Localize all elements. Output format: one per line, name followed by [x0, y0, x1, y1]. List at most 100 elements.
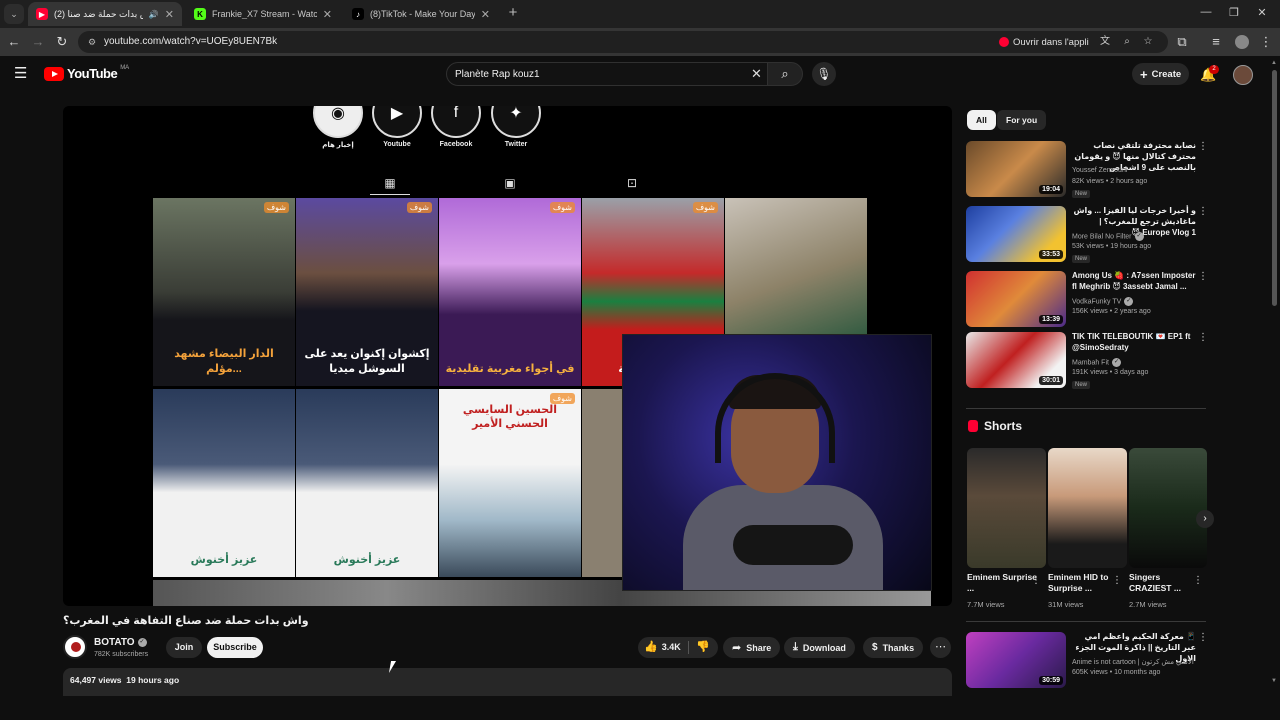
kick-favicon-icon: K	[194, 8, 206, 20]
translate-icon[interactable]: 文	[1098, 35, 1112, 49]
subscribe-button[interactable]: Subscribe	[207, 637, 263, 658]
video-thumbnail[interactable]: 33:53	[966, 206, 1066, 262]
search-input[interactable]	[455, 66, 735, 82]
recommended-video[interactable]: 30:59 📱 معركة الحكيم واعظم امي عبر التار…	[966, 632, 1208, 690]
browser-menu-icon[interactable]: ⋮	[1258, 34, 1274, 50]
account-avatar[interactable]	[1233, 65, 1253, 85]
rec-menu-icon[interactable]: ⋮	[1198, 271, 1208, 282]
tab-close-icon[interactable]: ✕	[165, 8, 174, 21]
new-badge: New	[1072, 255, 1091, 263]
ig-post	[582, 389, 622, 577]
verified-icon: ✓	[137, 637, 147, 647]
scroll-down-icon[interactable]: ▼	[1271, 678, 1277, 684]
browser-profile-avatar[interactable]	[1235, 35, 1249, 49]
minimize-icon[interactable]: —	[1199, 6, 1213, 18]
short-menu-icon[interactable]: ⋮	[1193, 575, 1203, 586]
browser-tab-youtube[interactable]: ▶ (2) واش بدات حملة ضد صنا 🔊 ✕	[28, 2, 182, 26]
video-thumbnail[interactable]: 13:39	[966, 271, 1066, 327]
short-title[interactable]: Singers CRAZIEST ...	[1129, 572, 1199, 595]
youtube-favicon-icon: ▶	[36, 8, 48, 20]
restore-icon[interactable]: ❐	[1227, 6, 1241, 19]
tab-title: (2) واش بدات حملة ضد صنا	[54, 8, 143, 19]
create-button[interactable]: + Create	[1132, 63, 1190, 85]
tab-close-icon[interactable]: ✕	[323, 8, 332, 21]
recommended-video[interactable]: 13:39 Among Us 🍓 : A7ssen Imposter fl Me…	[966, 271, 1208, 329]
like-button[interactable]: 👍 3.4K	[644, 637, 681, 658]
rec-title[interactable]: Among Us 🍓 : A7ssen Imposter fl Meghrib …	[1072, 271, 1196, 293]
tab-close-icon[interactable]: ✕	[481, 8, 490, 21]
ig-post: شوف في أجواء مغربية تقليدية	[439, 198, 581, 386]
channel-name-row[interactable]: BOTATO ✓	[94, 637, 147, 648]
dislike-button[interactable]: 👎	[696, 637, 710, 658]
forward-icon[interactable]: →	[30, 34, 46, 50]
speaker-icon[interactable]: 🔊	[149, 10, 159, 19]
extensions-icon[interactable]: ⧉	[1174, 34, 1190, 50]
rec-channel[interactable]: Mambah Fit ✓	[1072, 358, 1121, 367]
short-menu-icon[interactable]: ⋮	[1031, 575, 1041, 586]
rec-menu-icon[interactable]: ⋮	[1198, 332, 1208, 343]
short-title[interactable]: Eminem Surprise ...	[967, 572, 1037, 595]
reload-icon[interactable]: ↻	[54, 34, 70, 50]
channel-avatar[interactable]	[63, 635, 87, 659]
rec-age: 2 hours ago	[1110, 178, 1148, 185]
more-actions-icon[interactable]: ⋯	[930, 637, 951, 658]
short-thumbnail[interactable]	[1129, 448, 1207, 568]
close-window-icon[interactable]: ✕	[1255, 6, 1269, 19]
join-button[interactable]: Join	[166, 637, 202, 658]
chip-all[interactable]: All	[967, 110, 996, 130]
chip-for-you[interactable]: For you	[997, 110, 1047, 130]
browser-tab-tiktok[interactable]: ♪ (8)TikTok - Make Your Day ✕	[344, 2, 498, 26]
tab-search-icon[interactable]: ⌄	[4, 4, 24, 24]
bookmark-star-icon[interactable]: ☆	[1141, 35, 1155, 49]
rec-menu-icon[interactable]: ⋮	[1198, 632, 1208, 643]
rec-menu-icon[interactable]: ⋮	[1198, 206, 1208, 217]
browser-tab-kick[interactable]: K Frankie_X7 Stream - Watch Live ✕	[186, 2, 340, 26]
hamburger-menu-icon[interactable]: ☰	[14, 66, 30, 82]
short-menu-icon[interactable]: ⋮	[1112, 575, 1122, 586]
youtube-logo[interactable]: YouTube MA	[44, 65, 129, 81]
scroll-up-icon[interactable]: ▲	[1271, 60, 1277, 66]
rec-menu-icon[interactable]: ⋮	[1198, 141, 1208, 152]
ig-post: شوف الدار البيضاء مشهد مؤلم...	[153, 198, 295, 386]
rec-channel[interactable]: VodkaFunky TV ✓	[1072, 297, 1134, 306]
rec-channel[interactable]: Youssef Zenzouni	[1072, 167, 1127, 174]
rec-meta: 605K views • 10 months ago	[1072, 669, 1161, 676]
download-button[interactable]: ⤓ Download	[784, 637, 855, 658]
short-thumbnail[interactable]	[967, 448, 1046, 568]
video-thumbnail[interactable]: 30:01	[966, 332, 1066, 388]
search-button[interactable]: ⌕	[767, 62, 803, 86]
rec-meta: 191K views • 3 days ago	[1072, 369, 1149, 376]
open-in-app-button[interactable]: Ouvrir dans l'appli	[993, 33, 1095, 51]
recommended-video[interactable]: 30:01 TIK TIK TELEBOUTIK 💌 EP1 ft @SimoS…	[966, 332, 1208, 390]
description-box[interactable]: 64,497 views 19 hours ago	[63, 668, 952, 696]
address-bar[interactable]: ⚙ youtube.com/watch?v=UOEy8UEN7Bk Ouvrir…	[78, 31, 1168, 53]
video-thumbnail[interactable]: 19:04	[966, 141, 1066, 197]
rec-channel[interactable]: Anime is not cartoon | الأنمي مش كرتون	[1072, 658, 1194, 666]
video-player[interactable]: ◉ إخبار هام ▶ Youtube f Facebook ✦ Twitt…	[63, 106, 952, 606]
video-thumbnail[interactable]: 30:59	[966, 632, 1066, 688]
reading-list-icon[interactable]: ≡	[1208, 34, 1224, 50]
recommended-video[interactable]: 19:04 نصابة محترفة تلتقي نصاب محترف كتال…	[966, 141, 1208, 199]
new-tab-icon[interactable]: +	[505, 5, 521, 21]
short-title[interactable]: Eminem HID to Surprise ...	[1048, 572, 1118, 595]
rec-meta: 82K views • 2 hours ago	[1072, 178, 1148, 185]
page-scrollbar[interactable]	[1272, 70, 1277, 306]
rec-meta: 156K views • 2 years ago	[1072, 308, 1151, 315]
rec-channel[interactable]: More Bilal No Filter ✓	[1072, 232, 1144, 241]
post-caption: إكشوان إكنوان يعد على السوشل ميديا	[304, 348, 430, 375]
rec-title[interactable]: TIK TIK TELEBOUTIK 💌 EP1 ft @SimoSedraty	[1072, 332, 1196, 354]
voice-search-button[interactable]: 🎙	[812, 62, 836, 86]
recommended-video[interactable]: 33:53 و أخيرا خرجات ليا الفيزا ... واش م…	[966, 206, 1208, 264]
chevron-right-icon[interactable]: ›	[1196, 510, 1214, 528]
share-button[interactable]: ➦ Share	[723, 637, 781, 658]
new-badge: New	[1072, 381, 1091, 389]
thanks-button[interactable]: $ Thanks	[863, 637, 924, 658]
url-text: youtube.com/watch?v=UOEy8UEN7Bk	[104, 36, 278, 47]
back-icon[interactable]: ←	[6, 34, 22, 50]
clear-search-icon[interactable]: ✕	[751, 66, 762, 82]
channel-name[interactable]: BOTATO	[94, 637, 135, 648]
short-thumbnail[interactable]	[1048, 448, 1127, 568]
site-info-icon[interactable]: ⚙	[86, 36, 98, 48]
divider	[688, 641, 689, 654]
zoom-icon[interactable]: ⌕	[1120, 35, 1134, 49]
